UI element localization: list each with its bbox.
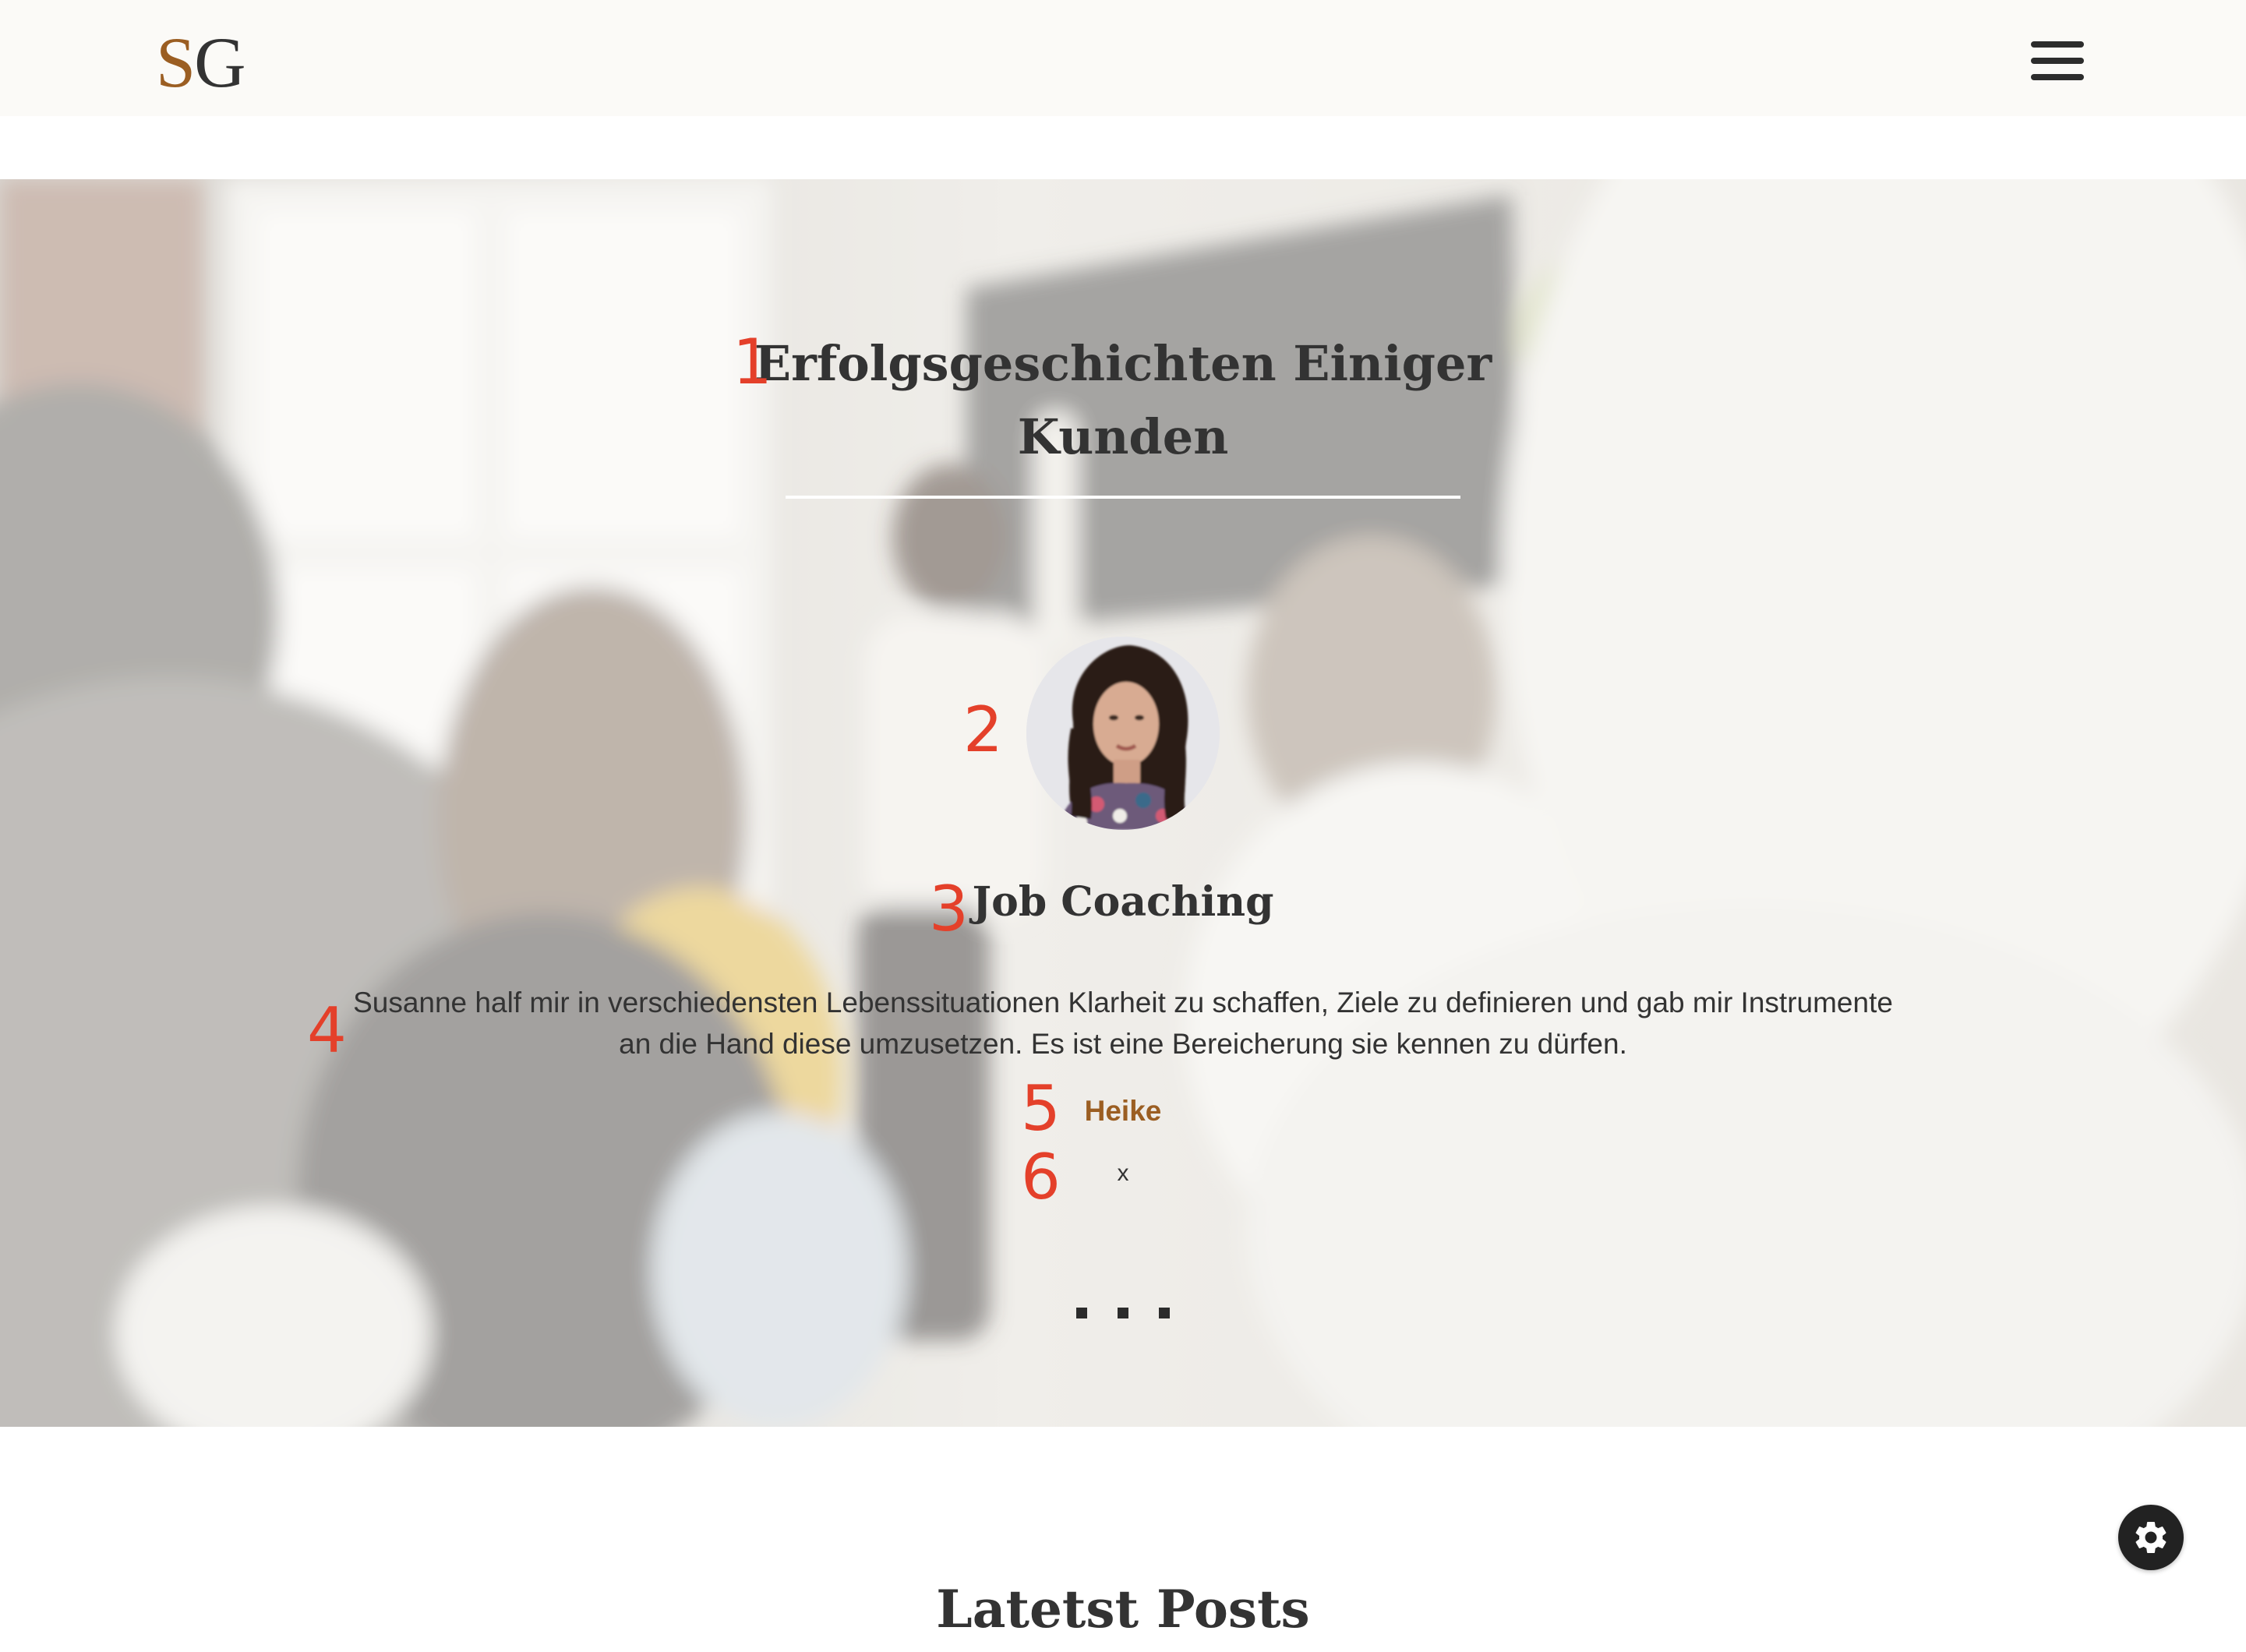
slider-dot-3[interactable] [1159, 1308, 1170, 1318]
testimonial-quote: Susanne half mir in verschiedensten Lebe… [353, 987, 1893, 1060]
title-divider [786, 496, 1460, 499]
hamburger-menu-icon[interactable] [2026, 35, 2089, 86]
slider-dot-2[interactable] [1118, 1308, 1128, 1318]
marker-6: 6 [1021, 1141, 1061, 1213]
marker-5: 5 [1021, 1072, 1061, 1145]
slider-pagination [1068, 1304, 1178, 1323]
logo-letter-g: G [194, 23, 245, 102]
section-title: Erfolgsgeschichten Einiger Kunden [754, 335, 1492, 465]
avatar-portrait [1026, 637, 1220, 830]
settings-button[interactable] [2118, 1505, 2184, 1570]
slider-dot-1[interactable] [1076, 1308, 1087, 1318]
marker-1: 1 [733, 326, 772, 398]
marker-4: 4 [307, 994, 347, 1067]
site-logo[interactable]: SG [156, 23, 246, 102]
gear-icon [2135, 1522, 2167, 1553]
latest-posts-title: Latetst Posts [936, 1579, 1310, 1640]
marker-3: 3 [929, 873, 969, 945]
testimonial-author: Heike [1084, 1095, 1162, 1127]
menu-bar-bottom [2031, 74, 2084, 80]
menu-bar-top [2031, 41, 2084, 48]
logo-letter-s: S [156, 23, 196, 102]
marker-2: 2 [963, 694, 1003, 766]
site-header: SG [0, 0, 2246, 116]
menu-bar-middle [2031, 58, 2084, 64]
client-avatar [1026, 637, 1220, 830]
testimonial-section: Erfolgsgeschichten Einiger Kunden Job Co… [0, 179, 2246, 1427]
close-button[interactable]: x [1100, 1160, 1146, 1188]
